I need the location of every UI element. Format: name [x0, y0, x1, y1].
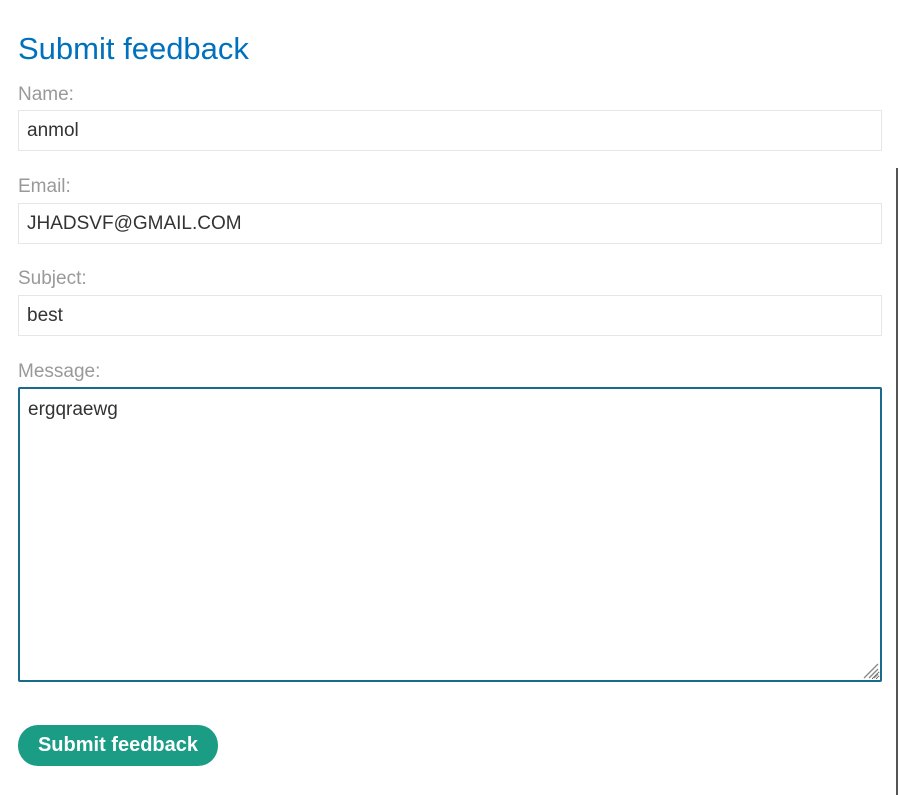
message-textarea[interactable]: ergqraewg — [18, 387, 882, 682]
name-field[interactable] — [18, 110, 882, 151]
submit-feedback-button[interactable]: Submit feedback — [18, 725, 218, 766]
resize-grip-icon[interactable] — [861, 661, 879, 679]
page-title: Submit feedback — [18, 31, 249, 66]
name-label: Name: — [18, 84, 74, 105]
scrollbar[interactable] — [896, 168, 898, 795]
email-label: Email: — [18, 176, 71, 197]
message-label: Message: — [18, 361, 101, 382]
subject-label: Subject: — [18, 268, 87, 289]
feedback-page: Submit feedback Name: Email: Subject: Me… — [0, 0, 902, 795]
subject-field[interactable] — [18, 295, 882, 336]
email-field[interactable] — [18, 203, 882, 244]
